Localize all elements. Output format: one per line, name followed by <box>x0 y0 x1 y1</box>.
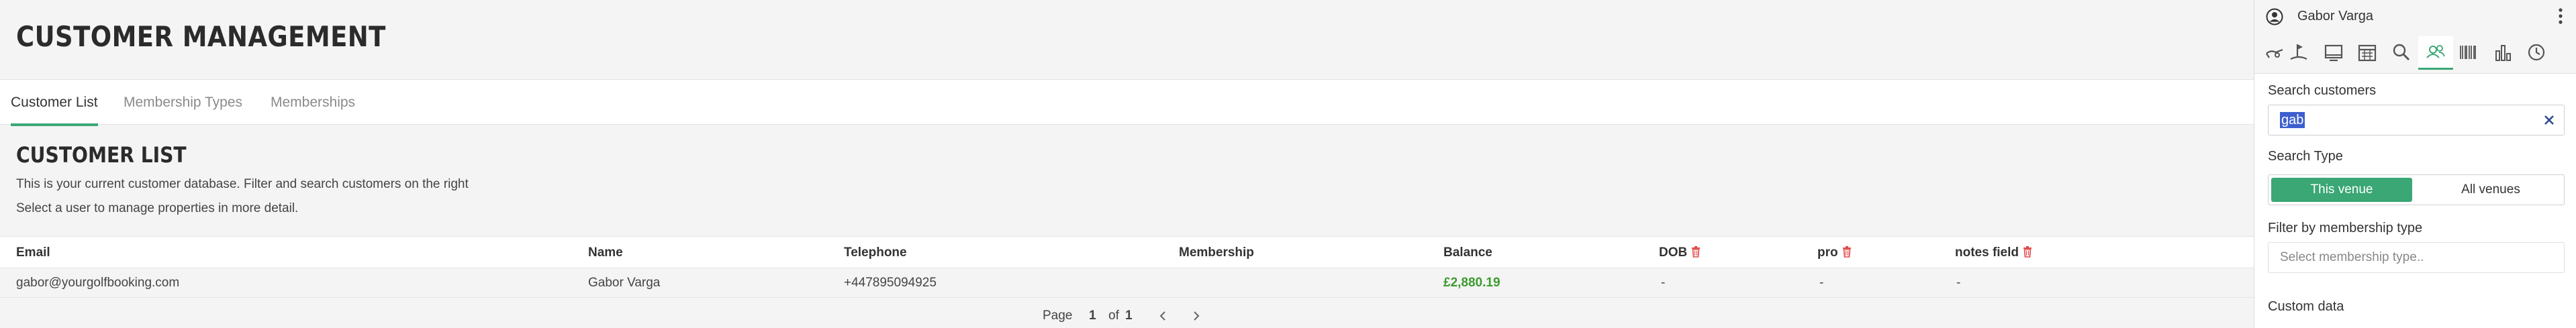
custom-data-label: Custom data <box>2268 299 2344 314</box>
col-pro: pro <box>1817 237 1852 269</box>
col-notes-field: notes field <box>1955 237 2032 269</box>
page-title: CUSTOMER MANAGEMENT <box>16 20 386 53</box>
membership-type-select[interactable]: Select membership type.. <box>2268 242 2565 273</box>
cell-notes: - <box>1956 276 1961 290</box>
panel-user-header: Gabor Varga <box>2254 0 2576 32</box>
customers-icon[interactable] <box>2418 36 2453 70</box>
table-row[interactable]: gabor@yourgolfbooking.com Gabor Varga +4… <box>0 268 2254 298</box>
golf-swing-icon[interactable] <box>2262 40 2287 64</box>
cell-name: Gabor Varga <box>588 276 661 290</box>
section-hint: Select a user to manage properties in mo… <box>16 201 299 215</box>
search-input-value: gab <box>2280 112 2305 128</box>
cell-dob: - <box>1661 276 1666 290</box>
chevron-right-icon[interactable] <box>1188 309 1203 323</box>
this-venue-button[interactable]: This venue <box>2271 178 2412 202</box>
user-icon[interactable] <box>2266 8 2283 25</box>
search-type-label: Search Type <box>2268 149 2343 164</box>
monitor-icon[interactable] <box>2322 40 2346 64</box>
tab-memberships[interactable]: Memberships <box>271 80 355 125</box>
search-input[interactable]: gab <box>2268 105 2565 135</box>
tab-membership-types[interactable]: Membership Types <box>124 80 242 125</box>
cell-balance: £2,880.19 <box>1443 276 1500 290</box>
trash-icon[interactable] <box>1842 246 1852 258</box>
search-customers-label: Search customers <box>2268 83 2377 98</box>
col-notes-label[interactable]: notes field <box>1955 245 2019 260</box>
col-telephone[interactable]: Telephone <box>844 237 907 269</box>
calendar-icon[interactable] <box>2355 40 2379 64</box>
section-title: CUSTOMER LIST <box>16 142 187 168</box>
table-header: Email Name Telephone Membership Balance … <box>0 236 2254 268</box>
tab-bar: Customer List Membership Types Membershi… <box>0 79 2254 126</box>
bar-chart-icon[interactable] <box>2491 40 2516 64</box>
user-name: Gabor Varga <box>2297 9 2374 23</box>
barcode-icon[interactable] <box>2456 40 2480 64</box>
cell-pro: - <box>1819 276 1824 290</box>
main-content: CUSTOMER MANAGEMENT Customer List Member… <box>0 0 2254 328</box>
col-membership[interactable]: Membership <box>1179 237 1254 269</box>
cell-telephone: +447895094925 <box>844 276 937 290</box>
membership-filter-label: Filter by membership type <box>2268 221 2423 235</box>
tab-customer-list[interactable]: Customer List <box>11 80 98 126</box>
col-dob: DOB <box>1659 237 1701 269</box>
all-venues-button[interactable]: All venues <box>2417 175 2565 205</box>
col-name[interactable]: Name <box>588 237 623 269</box>
clock-icon[interactable] <box>2524 40 2548 64</box>
search-type-toggle: This venue All venues <box>2268 174 2565 205</box>
col-email[interactable]: Email <box>16 237 50 269</box>
close-icon[interactable] <box>2542 113 2556 127</box>
search-icon[interactable] <box>2389 40 2414 64</box>
golf-flag-icon[interactable] <box>2287 40 2311 64</box>
section-description: This is your current customer database. … <box>16 177 469 191</box>
chevron-left-icon[interactable] <box>1156 309 1171 323</box>
kebab-menu-icon[interactable] <box>2554 5 2567 27</box>
of-label: of <box>1108 309 1119 323</box>
col-balance[interactable]: Balance <box>1443 237 1492 269</box>
customer-search-panel: Gabor Varga Search customers gab Search … <box>2254 0 2576 328</box>
col-dob-label[interactable]: DOB <box>1659 245 1687 260</box>
trash-icon[interactable] <box>2023 246 2032 258</box>
cell-email: gabor@yourgolfbooking.com <box>16 276 180 290</box>
current-page: 1 <box>1089 309 1096 323</box>
page-label: Page <box>1043 309 1073 323</box>
membership-select-placeholder: Select membership type.. <box>2280 250 2424 264</box>
total-pages: 1 <box>1125 309 1133 323</box>
panel-icon-bar <box>2254 32 2576 74</box>
col-pro-label[interactable]: pro <box>1817 245 1838 260</box>
trash-icon[interactable] <box>1691 246 1701 258</box>
